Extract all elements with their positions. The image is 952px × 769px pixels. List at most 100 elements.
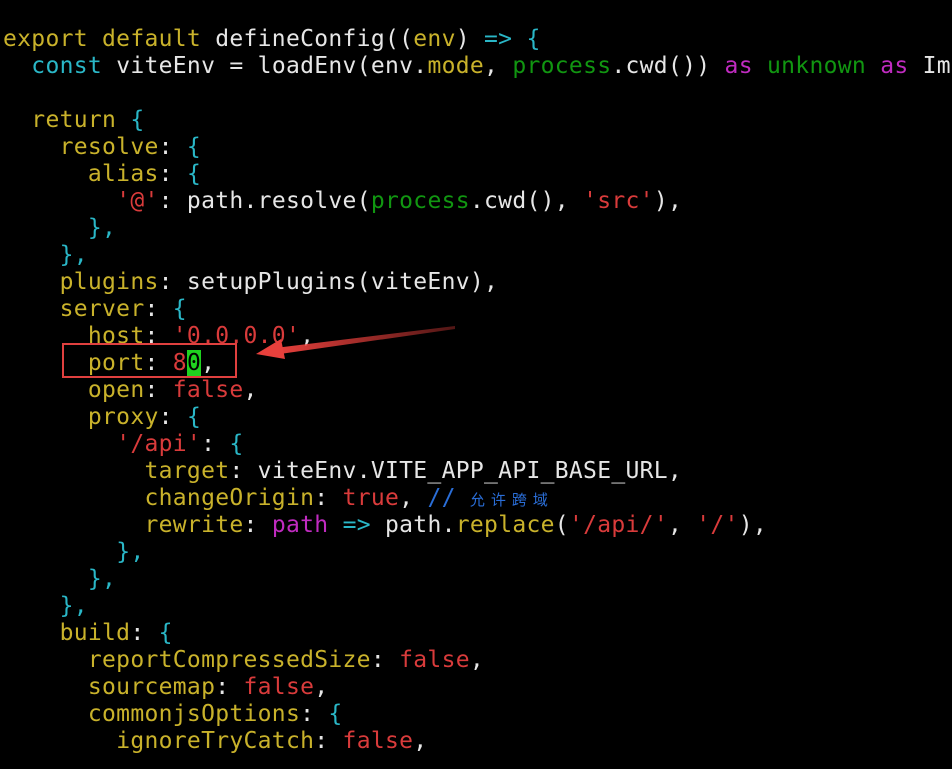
code-line: },: [3, 539, 952, 566]
code-token: reportCompressedSize: [87, 647, 371, 673]
code-token: const: [31, 53, 103, 79]
code-line: alias: {: [3, 161, 952, 188]
code-token: replace: [455, 512, 555, 538]
code-token: : path.resolve(: [158, 188, 371, 214]
code-token: ,: [300, 323, 315, 349]
code-token: =>: [342, 512, 371, 538]
code-token: :: [201, 431, 230, 457]
code-token: as: [724, 53, 753, 79]
code-token: (: [554, 512, 569, 538]
code-token: ,: [484, 53, 513, 79]
code-line: rewrite: path => path.replace('/api/', '…: [3, 512, 952, 539]
code-token: :: [370, 647, 400, 673]
code-token: ,: [201, 350, 216, 376]
code-token: ,: [469, 647, 485, 673]
code-line: resolve: {: [3, 134, 952, 161]
code-line: },: [3, 242, 952, 269]
code-token: {: [186, 161, 202, 187]
code-token: .cwd()): [611, 53, 725, 79]
code-line: const viteEnv = loadEnv(env.mode, proces…: [3, 53, 952, 80]
code-token: :: [144, 323, 173, 349]
code-token: port: [87, 350, 145, 376]
code-token: as: [880, 53, 909, 79]
code-line: '/api': {: [3, 431, 952, 458]
code-token: commonjsOptions: [87, 701, 301, 727]
code-token: ),: [738, 512, 768, 538]
code-token: ,: [413, 728, 428, 754]
code-line: '@': path.resolve(process.cwd(), 'src'),: [3, 188, 952, 215]
code-token: {: [526, 26, 541, 52]
code-view[interactable]: export default defineConfig((env) => { c…: [3, 26, 952, 755]
code-token: .cwd(),: [469, 188, 584, 214]
code-token: false: [172, 377, 244, 403]
code-token: },: [116, 539, 145, 565]
code-token: '/': [696, 512, 739, 538]
text-cursor: 0: [186, 350, 202, 376]
code-token: },: [59, 593, 88, 619]
code-line: proxy: {: [3, 404, 952, 431]
code-token: path: [271, 512, 329, 538]
code-token: ,: [243, 377, 258, 403]
code-token: {: [172, 296, 187, 322]
code-token: : setupPlugins(viteEnv),: [158, 269, 499, 295]
code-token: build: [59, 620, 131, 646]
code-token: env: [413, 26, 456, 52]
code-token: server: [59, 296, 145, 322]
code-token: ,: [667, 512, 697, 538]
code-token: process: [512, 53, 612, 79]
code-token: '0.0.0.0': [172, 323, 301, 349]
code-token: },: [59, 242, 88, 268]
code-token: :: [314, 728, 343, 754]
code-token: '@': [116, 188, 159, 214]
code-token: '/api': [116, 431, 202, 457]
code-line: commonjsOptions: {: [3, 701, 952, 728]
code-token: :: [130, 620, 159, 646]
code-token: :: [314, 485, 343, 511]
code-token: ),: [653, 188, 683, 214]
code-line: },: [3, 215, 952, 242]
code-line: return {: [3, 107, 952, 134]
code-token: proxy: [87, 404, 159, 430]
code-token: :: [158, 161, 187, 187]
code-token: path.: [370, 512, 456, 538]
code-token: sourcemap: [87, 674, 216, 700]
code-token: {: [186, 404, 202, 430]
code-token: :: [300, 701, 329, 727]
code-line: plugins: setupPlugins(viteEnv),: [3, 269, 952, 296]
code-line: export default defineConfig((env) => {: [3, 26, 952, 53]
code-line: },: [3, 566, 952, 593]
code-token: true: [342, 485, 400, 511]
code-token: export default: [3, 26, 202, 52]
terminal-editor[interactable]: export default defineConfig((env) => { c…: [0, 0, 952, 769]
code-token: plugins: [59, 269, 159, 295]
code-token: changeOrigin: [144, 485, 315, 511]
code-token: ignoreTryCatch: [116, 728, 315, 754]
code-token: ,: [399, 485, 428, 511]
code-line: },: [3, 593, 952, 620]
code-line: port: 80,: [3, 350, 952, 377]
